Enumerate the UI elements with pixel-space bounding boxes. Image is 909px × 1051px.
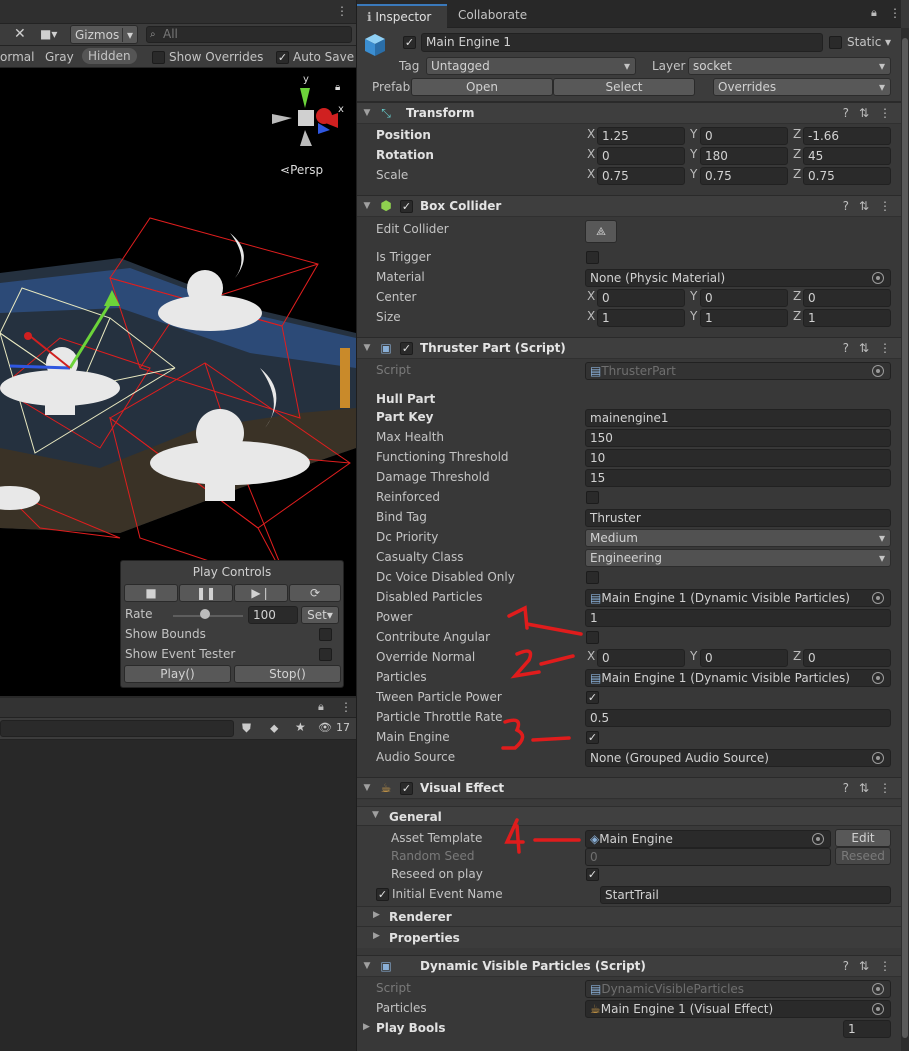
shading-mode[interactable]: ormal xyxy=(0,50,34,64)
annotation-3-glyph xyxy=(501,718,525,750)
visibility-icon[interactable]: 👁︎ xyxy=(318,721,332,734)
show-overrides-label: Show Overrides xyxy=(169,50,264,64)
scene-toolbar: ✕ ■▾ Gizmos ▾ ⌕ All xyxy=(0,24,356,46)
search-placeholder: All xyxy=(163,27,178,41)
lock-icon[interactable]: 🔒︎ xyxy=(318,700,324,714)
axis-y-label: y xyxy=(303,74,309,85)
stop-icon[interactable]: ■ xyxy=(124,584,178,602)
persp-icon: ⋖ xyxy=(280,163,291,177)
lock-icon[interactable]: 🔒︎ xyxy=(335,82,340,93)
show-event-tester-label: Show Event Tester xyxy=(125,647,236,661)
scene-viewport[interactable]: y x 🔒︎ ⋖Persp Play Controls ■ ❚❚ ▶❘ ⟳ Ra… xyxy=(0,68,356,696)
play-button[interactable]: Play() xyxy=(124,665,231,683)
filter-gray[interactable]: Gray xyxy=(45,50,74,64)
step-icon[interactable]: ▶❘ xyxy=(234,584,288,602)
show-overrides-checkbox[interactable] xyxy=(152,51,165,64)
annotation-2-glyph xyxy=(510,649,541,679)
annotation-4-glyph xyxy=(504,818,525,854)
rate-label: Rate xyxy=(125,607,153,621)
hierarchy-toolbar: ⛊ ⬥ ★ 👁︎ 17 xyxy=(0,718,356,740)
loop-icon[interactable]: ⟳ xyxy=(289,584,341,602)
persp-label[interactable]: ⋖Persp xyxy=(280,163,323,177)
filter-icon[interactable]: ⛊ xyxy=(242,721,251,736)
scene-top-strip: ⋮ xyxy=(0,0,356,24)
annotation-1-glyph xyxy=(507,605,529,630)
axis-x-label: x xyxy=(338,104,344,115)
set-label: Set xyxy=(307,608,327,622)
auto-save-checkbox[interactable]: ✓ xyxy=(276,51,289,64)
chevron-down-icon: ▾ xyxy=(326,608,333,622)
hierarchy-tabbar: 🔒︎ ⋮ xyxy=(0,698,356,718)
orientation-gizmo xyxy=(272,88,338,146)
stop-button[interactable]: Stop() xyxy=(234,665,341,683)
auto-save-label: Auto Save xyxy=(293,50,355,64)
tag-icon[interactable]: ⬥ xyxy=(270,721,278,736)
inspector-panel: ℹ Inspector Collaborate 🔒︎ ⋮ ✓ Main Engi… xyxy=(357,0,901,1051)
search-icon: ⌕ xyxy=(150,29,156,40)
filter-hidden[interactable]: Hidden xyxy=(82,48,137,64)
scene-filter-bar: ormal Gray Hidden Show Overrides ✓ Auto … xyxy=(0,46,356,68)
tools-icon[interactable]: ✕ xyxy=(14,26,26,42)
show-event-tester-checkbox[interactable] xyxy=(319,648,332,661)
play-controls-title: Play Controls xyxy=(192,565,272,579)
gizmos-button[interactable]: Gizmos ▾ xyxy=(70,25,138,44)
ship-glow xyxy=(340,348,350,408)
persp-text: Persp xyxy=(290,163,324,177)
pause-icon[interactable]: ❚❚ xyxy=(179,584,233,602)
hierarchy-search-input[interactable] xyxy=(0,720,234,737)
gizmos-label: Gizmos xyxy=(75,27,120,42)
scene-view[interactable]: ⋮ ✕ ■▾ Gizmos ▾ ⌕ All ormal Gray Hidden … xyxy=(0,0,356,1051)
scrollbar-thumb[interactable] xyxy=(902,38,908,1038)
play-controls-panel: Play Controls ■ ❚❚ ▶❘ ⟳ Rate 100 Set ▾ Sh… xyxy=(120,560,344,688)
more-icon[interactable]: ⋮ xyxy=(340,700,352,714)
star-icon[interactable]: ★ xyxy=(295,720,306,734)
rate-slider-handle[interactable] xyxy=(200,609,210,619)
show-bounds-label: Show Bounds xyxy=(125,627,206,641)
red-annotation-marks xyxy=(501,605,583,854)
show-bounds-checkbox[interactable] xyxy=(319,628,332,641)
inspector-scrollbar[interactable] xyxy=(901,28,909,1051)
set-button[interactable]: Set ▾ xyxy=(301,606,339,624)
hierarchy-count: 17 xyxy=(336,721,350,734)
camera-icon[interactable]: ■▾ xyxy=(40,27,57,41)
rate-input[interactable]: 100 xyxy=(248,606,298,624)
more-icon[interactable]: ⋮ xyxy=(336,4,348,18)
chevron-down-icon: ▾ xyxy=(121,27,133,42)
search-input[interactable]: ⌕ All xyxy=(146,26,352,43)
